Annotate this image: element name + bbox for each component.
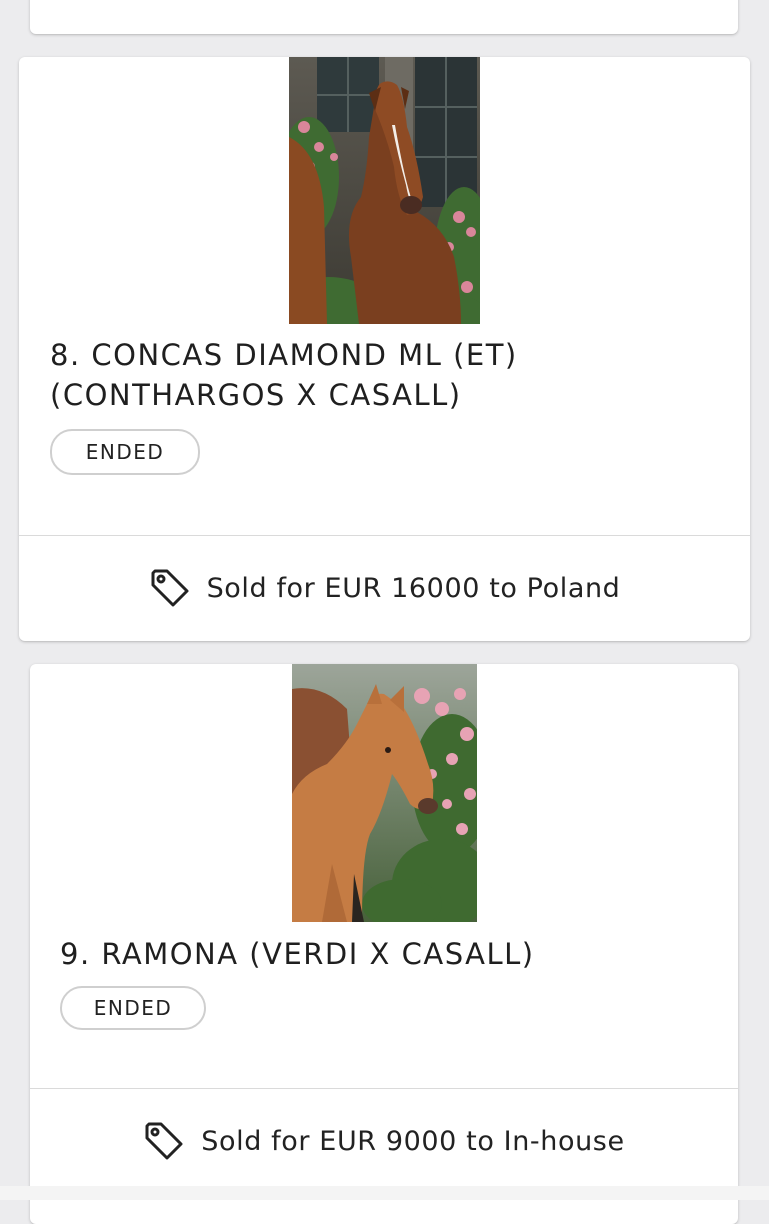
price-tag-icon [166,0,192,2]
horse-photo-image [289,57,480,324]
divider [19,535,750,536]
sale-result-text: Sold for EUR 16000 to Poland [206,572,621,604]
status-badge: ENDED [50,429,200,475]
previous-lot-card[interactable] [30,0,738,34]
sale-result: Sold for EUR 9000 to In-house [30,1116,738,1166]
lot-card[interactable]: 9. RAMONA (VERDI X CASALL) ENDED Sold fo… [30,664,738,1224]
horse-photo-image [292,664,477,922]
sale-result: Sold for EUR 16000 to Poland [19,563,750,613]
sale-result-text: Sold for EUR 9000 to In-house [201,1125,625,1157]
lot-photo[interactable] [289,57,480,324]
lot-card[interactable]: 8. CONCAS DIAMOND ML (ET) (CONTHARGOS X … [19,57,750,641]
divider [30,1088,738,1089]
price-tag-icon [151,569,189,607]
lot-photo[interactable] [292,664,477,922]
bottom-bar [0,1186,769,1200]
price-tag-icon [145,1122,183,1160]
status-badge: ENDED [60,986,206,1030]
lot-title[interactable]: 9. RAMONA (VERDI X CASALL) [60,934,720,974]
lot-title[interactable]: 8. CONCAS DIAMOND ML (ET) (CONTHARGOS X … [50,335,730,415]
